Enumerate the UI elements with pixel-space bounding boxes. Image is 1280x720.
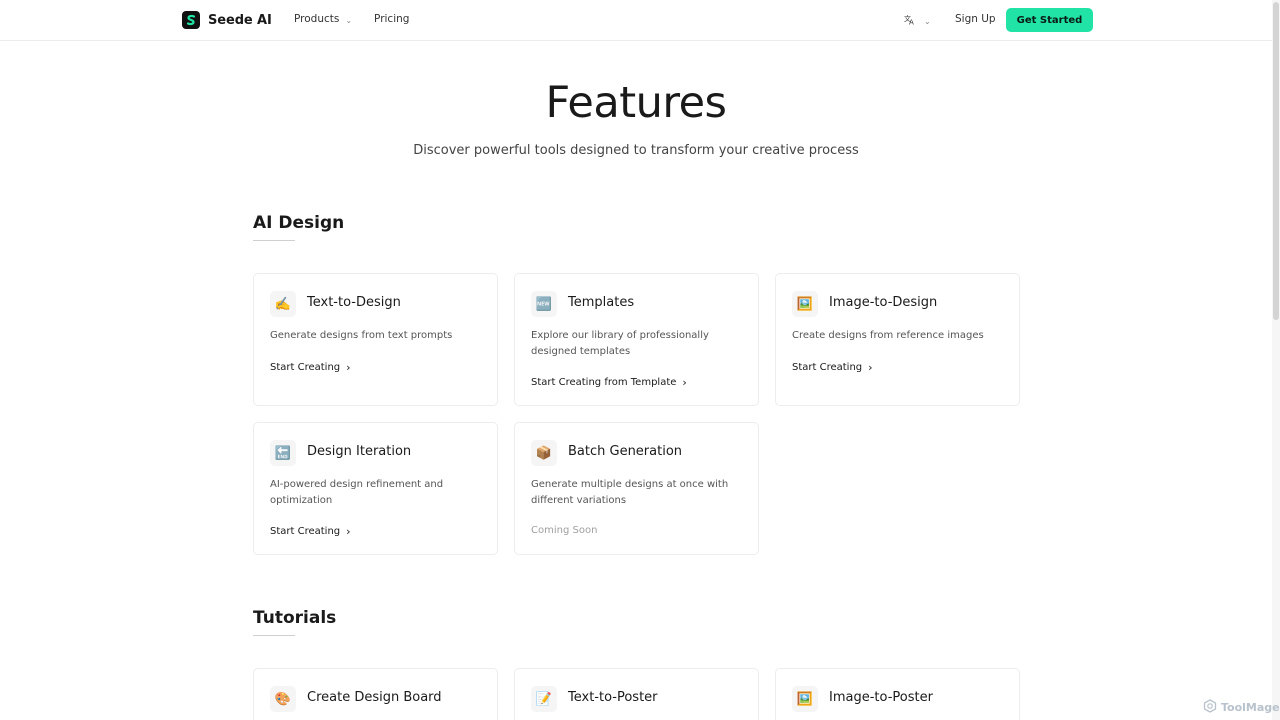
link-label: Start Creating from Template <box>531 377 677 388</box>
logo-link[interactable]: Seede AI <box>182 11 272 29</box>
section-underline <box>253 635 295 636</box>
nav-products[interactable]: Products ⌄ <box>294 13 352 25</box>
end-arrow-icon: 🔚 <box>270 440 296 466</box>
section-title-tutorials: Tutorials <box>253 608 337 628</box>
card-description: Generate designs from text prompts <box>270 330 453 341</box>
page-subtitle: Discover powerful tools designed to tran… <box>413 143 859 158</box>
tutorial-card-image-to-poster[interactable]: 🖼️ Image-to-Poster <box>775 668 1020 720</box>
picture-icon: 🖼️ <box>792 686 818 712</box>
translate-icon: 文A <box>904 13 916 28</box>
nav-pricing[interactable]: Pricing <box>374 13 409 25</box>
link-label: Start Creating <box>270 526 341 537</box>
chevron-right-icon: › <box>346 361 351 374</box>
card-title: Design Iteration <box>307 444 412 459</box>
language-selector[interactable]: 文A ⌄ <box>904 13 931 28</box>
watermark-logo-icon <box>1203 699 1217 716</box>
card-description: Create designs from reference images <box>792 330 984 341</box>
tutorial-card-create-design-board[interactable]: 🎨 Create Design Board <box>253 668 498 720</box>
logo-text: Seede AI <box>208 12 272 28</box>
card-description: Generate multiple designs at once with d… <box>531 479 729 506</box>
card-description: AI-powered design refinement and optimiz… <box>270 479 444 506</box>
seede-logo-icon <box>182 11 200 29</box>
memo-icon: 📝 <box>531 686 557 712</box>
get-started-button[interactable]: Get Started <box>1006 8 1093 32</box>
chevron-down-icon: ⌄ <box>924 17 931 26</box>
tutorial-card-text-to-poster[interactable]: 📝 Text-to-Poster <box>514 668 759 720</box>
site-header: Seede AI Products ⌄ Pricing 文A ⌄ Sign Up… <box>0 0 1272 41</box>
feature-card-batch-generation: 📦 Batch Generation Generate multiple des… <box>514 422 759 555</box>
coming-soon-label: Coming Soon <box>531 525 598 536</box>
card-title: Text-to-Design <box>307 295 401 310</box>
chevron-right-icon: › <box>682 376 687 389</box>
card-title: Create Design Board <box>307 690 442 705</box>
nav-pricing-label: Pricing <box>374 13 410 25</box>
writing-hand-icon: ✍️ <box>270 291 296 317</box>
start-creating-link[interactable]: Start Creating › <box>270 361 351 374</box>
section-underline <box>253 240 295 241</box>
start-creating-from-template-link[interactable]: Start Creating from Template › <box>531 376 687 389</box>
start-creating-link[interactable]: Start Creating › <box>270 525 351 538</box>
feature-card-image-to-design: 🖼️ Image-to-Design Create designs from r… <box>775 273 1020 406</box>
chevron-right-icon: › <box>868 361 873 374</box>
link-label: Start Creating <box>792 362 863 373</box>
sign-up-link[interactable]: Sign Up <box>955 13 996 25</box>
link-label: Start Creating <box>270 362 341 373</box>
card-description: Explore our library of professionally de… <box>531 330 709 357</box>
feature-card-text-to-design: ✍️ Text-to-Design Generate designs from … <box>253 273 498 406</box>
chevron-down-icon: ⌄ <box>345 15 353 25</box>
feature-card-templates: 🆕 Templates Explore our library of profe… <box>514 273 759 406</box>
new-badge-icon: 🆕 <box>531 291 557 317</box>
toolmage-watermark: ToolMage <box>1203 699 1280 716</box>
svg-text:A: A <box>909 19 914 26</box>
card-title: Batch Generation <box>568 444 683 459</box>
watermark-text: ToolMage <box>1221 701 1280 714</box>
feature-card-design-iteration: 🔚 Design Iteration AI-powered design ref… <box>253 422 498 555</box>
card-title: Templates <box>568 295 635 310</box>
page-title: Features <box>545 78 727 128</box>
scrollbar-thumb[interactable] <box>1273 2 1279 320</box>
picture-icon: 🖼️ <box>792 291 818 317</box>
package-icon: 📦 <box>531 440 557 466</box>
nav-products-label: Products <box>294 13 340 25</box>
chevron-right-icon: › <box>346 525 351 538</box>
start-creating-link[interactable]: Start Creating › <box>792 361 873 374</box>
page-scrollbar[interactable] <box>1272 0 1280 720</box>
card-title: Image-to-Design <box>829 295 938 310</box>
section-title-ai-design: AI Design <box>253 213 345 233</box>
main-nav: Products ⌄ Pricing <box>294 13 409 25</box>
palette-icon: 🎨 <box>270 686 296 712</box>
card-title: Image-to-Poster <box>829 690 933 705</box>
card-title: Text-to-Poster <box>568 690 658 705</box>
